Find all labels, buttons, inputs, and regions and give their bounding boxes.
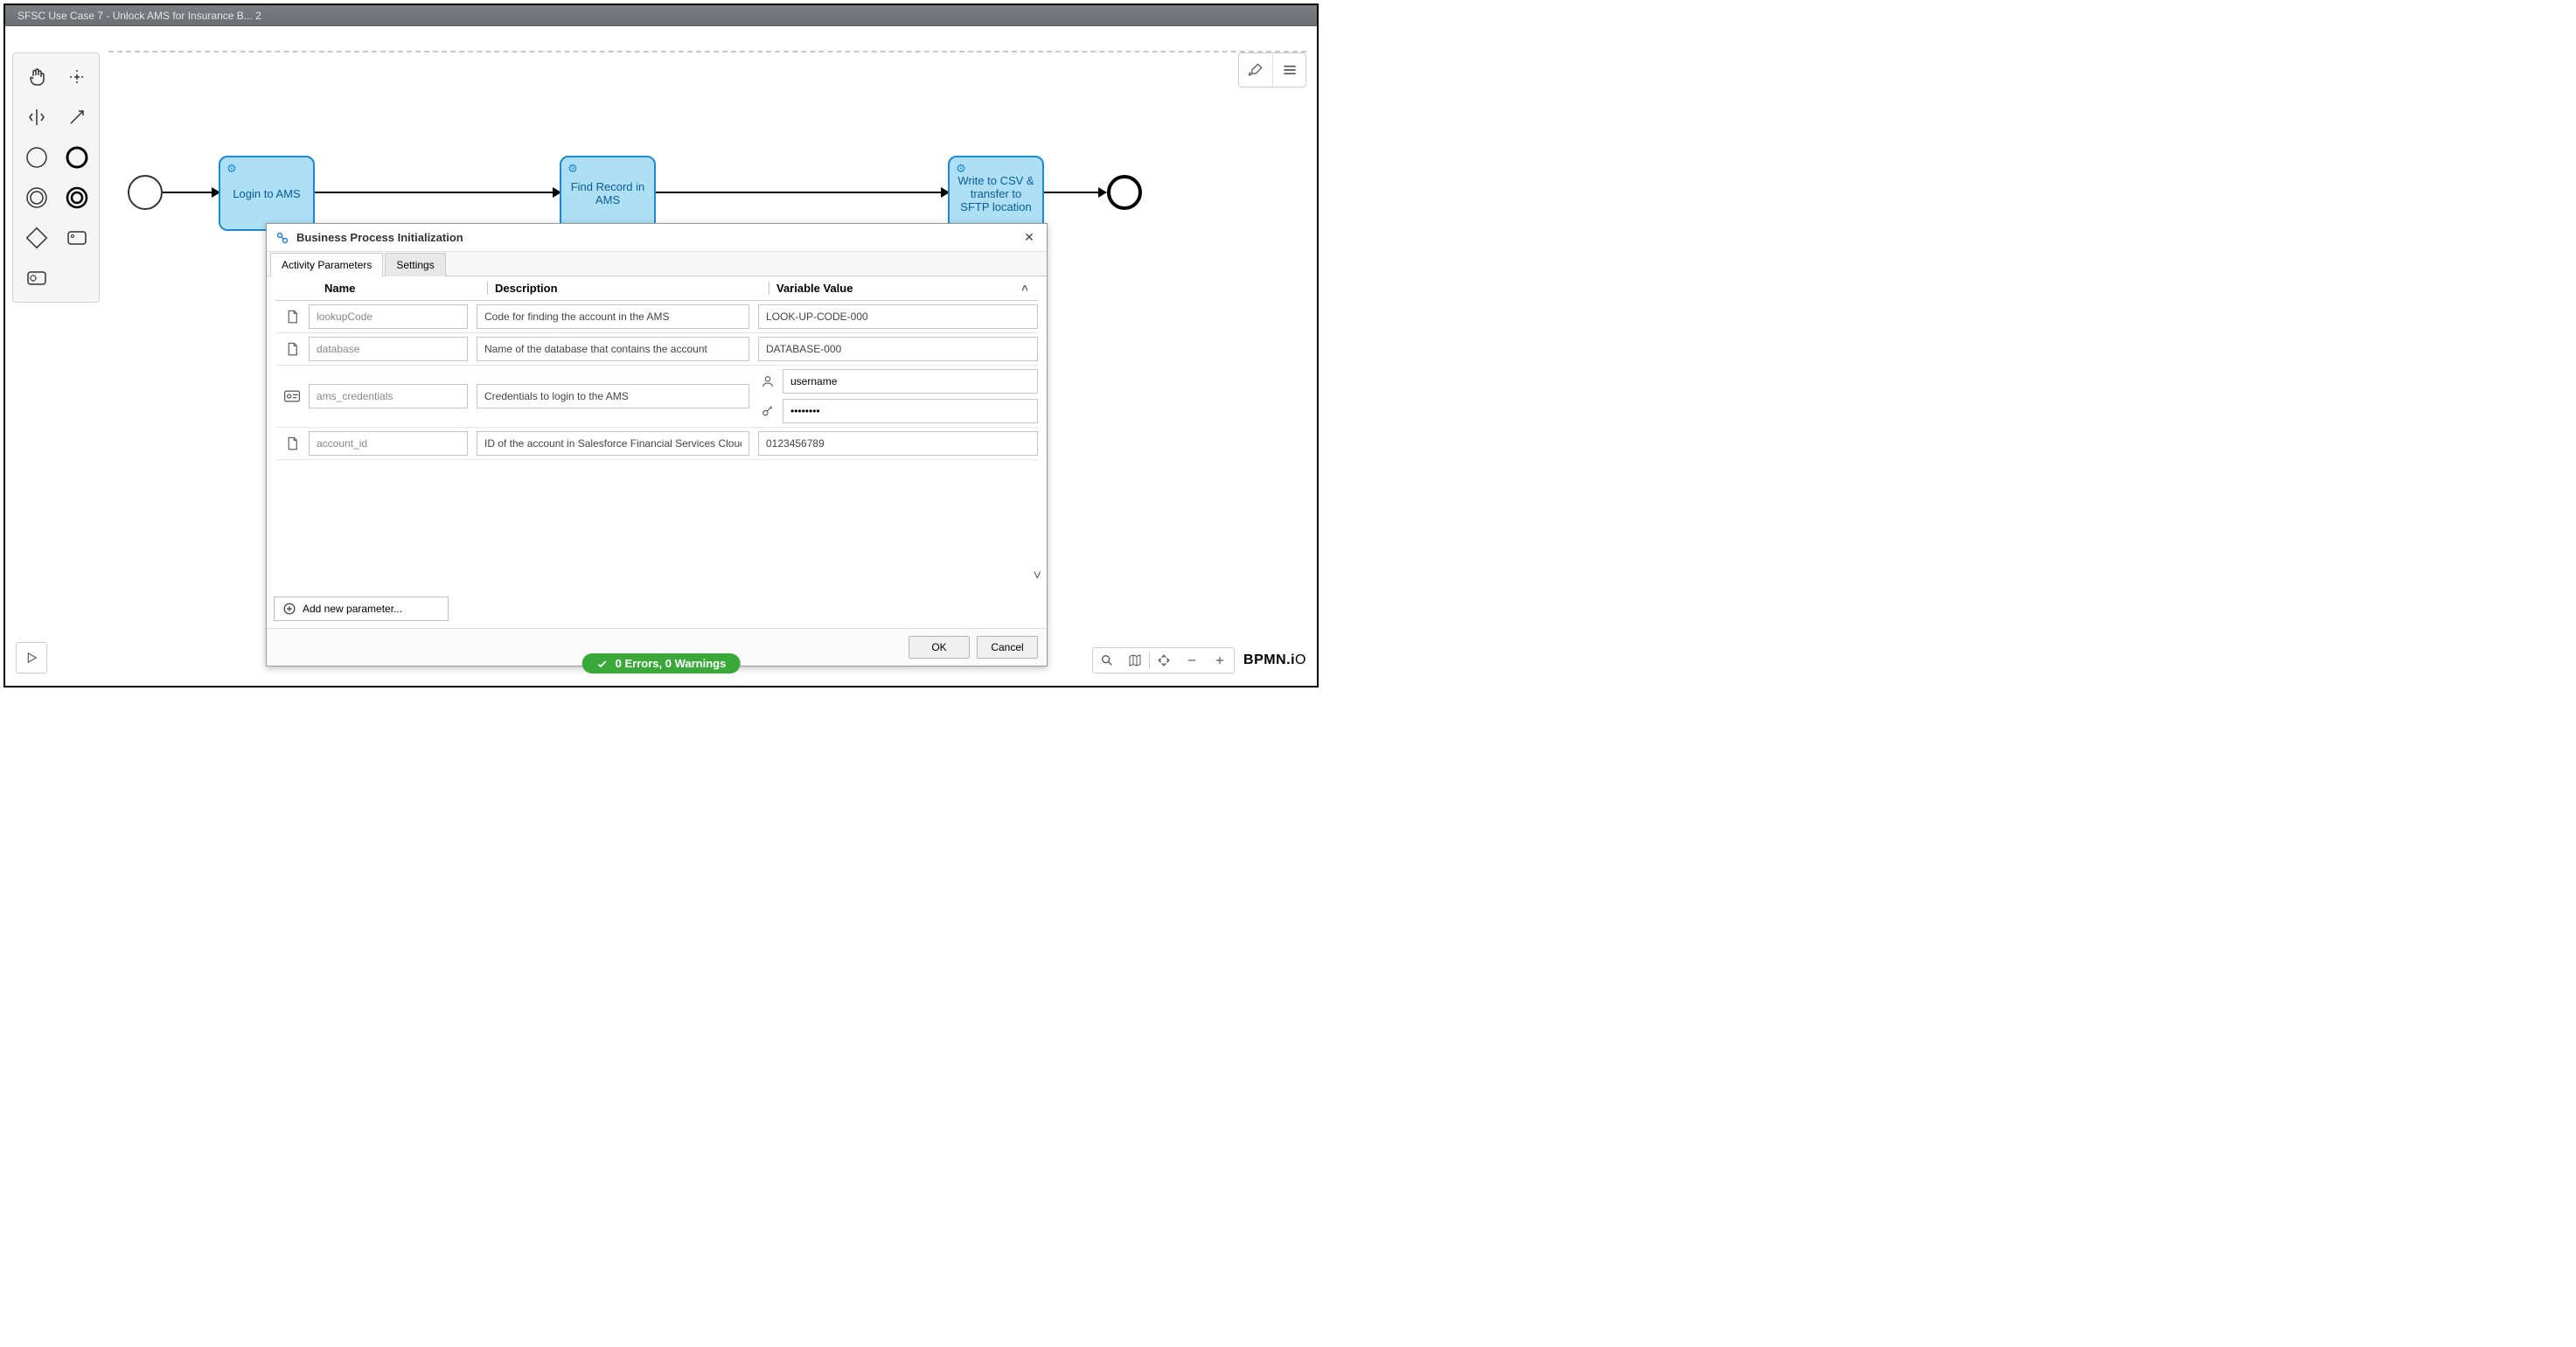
col-name: Name — [317, 282, 487, 295]
lasso-tool-icon[interactable] — [59, 59, 95, 95]
gateway-tool-icon[interactable] — [18, 220, 55, 256]
start-event[interactable] — [128, 175, 163, 210]
table-header: Name Description Variable Value ˄ — [275, 276, 1038, 301]
tool-palette — [12, 52, 100, 303]
param-row — [275, 301, 1038, 333]
hand-tool-icon[interactable] — [18, 59, 55, 95]
add-parameter-label: Add new parameter... — [303, 603, 402, 615]
user-icon — [758, 374, 777, 388]
document-icon — [275, 436, 309, 451]
start-event-tool-icon[interactable] — [18, 139, 55, 176]
col-value: Variable Value — [769, 282, 1012, 295]
zoom-out-icon[interactable] — [1178, 648, 1206, 673]
zoom-in-icon[interactable] — [1206, 648, 1234, 673]
param-row — [275, 428, 1038, 460]
task-write-csv[interactable]: ⚙ Write to CSV & transfer to SFTP locati… — [948, 156, 1044, 231]
task-tool-icon[interactable] — [59, 220, 95, 256]
task-login[interactable]: ⚙ Login to AMS — [219, 156, 315, 231]
param-row-credential — [275, 366, 1038, 428]
play-icon — [24, 650, 39, 666]
task-label: Write to CSV & transfer to SFTP location — [955, 174, 1037, 213]
param-name[interactable] — [309, 384, 468, 408]
chevron-up-icon[interactable]: ˄ — [1012, 282, 1038, 295]
task-label: Login to AMS — [233, 187, 300, 200]
param-name[interactable] — [309, 304, 468, 329]
end-event-thin-tool-icon[interactable] — [18, 179, 55, 216]
param-value[interactable] — [758, 304, 1038, 329]
col-description: Description — [487, 282, 769, 295]
param-value[interactable] — [758, 431, 1038, 456]
lane-divider — [108, 51, 1306, 52]
space-tool-icon[interactable] — [18, 99, 55, 136]
process-icon — [275, 231, 289, 245]
gear-icon: ⚙ — [563, 159, 582, 178]
param-desc[interactable] — [477, 431, 749, 456]
task-label: Find Record in AMS — [567, 180, 649, 206]
fit-icon[interactable] — [1150, 648, 1178, 673]
param-desc[interactable] — [477, 304, 749, 329]
bpmn-logo: BPMN.iO — [1243, 653, 1306, 668]
param-name[interactable] — [309, 431, 468, 456]
gear-icon: ⚙ — [951, 159, 971, 178]
bottom-right-nav: BPMN.iO — [1092, 647, 1306, 674]
status-text: 0 Errors, 0 Warnings — [616, 657, 727, 670]
end-event-bold-tool-icon[interactable] — [59, 179, 95, 216]
dialog-title: Business Process Initialization — [296, 231, 463, 244]
param-desc[interactable] — [477, 384, 749, 408]
document-icon — [275, 309, 309, 325]
window-titlebar: SFSC Use Case 7 - Unlock AMS for Insuran… — [5, 5, 1317, 26]
ok-button[interactable]: OK — [909, 636, 970, 659]
document-icon — [275, 341, 309, 357]
password-field[interactable] — [783, 399, 1038, 423]
service-task-tool-icon[interactable] — [18, 260, 55, 297]
search-icon[interactable] — [1093, 648, 1121, 673]
cancel-button[interactable]: Cancel — [977, 636, 1038, 659]
param-row — [275, 333, 1038, 366]
sequence-flow[interactable] — [315, 192, 556, 193]
view-toolbar — [1238, 52, 1306, 87]
end-event[interactable] — [1107, 175, 1142, 210]
chevron-down-icon[interactable]: ˅ — [1034, 569, 1041, 584]
plus-circle-icon — [283, 603, 296, 615]
gear-icon: ⚙ — [222, 159, 241, 178]
arrowhead-icon — [1098, 187, 1107, 198]
window-title: SFSC Use Case 7 - Unlock AMS for Insuran… — [12, 10, 267, 22]
parameters-body: ˅ — [267, 301, 1047, 590]
play-button[interactable] — [16, 642, 47, 674]
param-desc[interactable] — [477, 337, 749, 361]
tab-settings[interactable]: Settings — [385, 253, 445, 276]
intermediate-event-tool-icon[interactable] — [59, 139, 95, 176]
task-find-record[interactable]: ⚙ Find Record in AMS — [560, 156, 656, 231]
minimap-icon[interactable] — [1121, 648, 1149, 673]
brush-icon[interactable] — [1239, 53, 1272, 87]
close-icon[interactable]: ✕ — [1020, 229, 1038, 247]
sequence-flow[interactable] — [1044, 192, 1102, 193]
param-value[interactable] — [758, 337, 1038, 361]
key-icon — [758, 404, 777, 418]
dialog-business-process-init: Business Process Initialization ✕ Activi… — [266, 223, 1048, 667]
add-parameter-button[interactable]: Add new parameter... — [274, 597, 449, 621]
username-field[interactable] — [783, 369, 1038, 394]
sequence-flow[interactable] — [163, 192, 215, 193]
check-icon — [596, 658, 609, 670]
tab-activity-parameters[interactable]: Activity Parameters — [270, 253, 383, 276]
tab-strip: Activity Parameters Settings — [267, 252, 1047, 276]
sequence-flow[interactable] — [656, 192, 944, 193]
canvas[interactable]: ⚙ Login to AMS ⚙ Find Record in AMS ⚙ Wr… — [5, 26, 1317, 686]
connect-tool-icon[interactable] — [59, 99, 95, 136]
credential-icon — [275, 388, 309, 404]
param-name[interactable] — [309, 337, 468, 361]
menu-icon[interactable] — [1272, 53, 1305, 87]
status-pill[interactable]: 0 Errors, 0 Warnings — [582, 653, 741, 674]
